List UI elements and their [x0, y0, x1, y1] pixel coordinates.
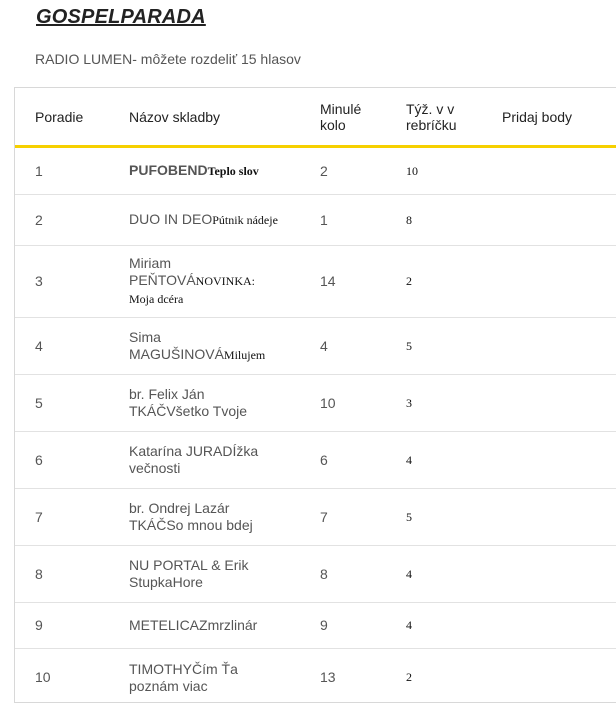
add-points-cell[interactable]: [502, 431, 616, 489]
add-points-cell[interactable]: [502, 146, 616, 195]
add-points-cell[interactable]: [502, 374, 616, 432]
table-row: 1 PUFOBENDTeplo slov 2 10: [15, 146, 616, 195]
header-last-round: Minulé kolo: [320, 88, 406, 148]
last-round-cell: 8: [320, 545, 406, 603]
last-round-cell: 6: [320, 431, 406, 489]
song-artist: Miriam PEŇTOVÁ: [129, 255, 196, 288]
weeks-cell: 4: [406, 545, 502, 603]
last-round-cell: 10: [320, 374, 406, 432]
add-points-cell[interactable]: [502, 648, 616, 702]
song-title: Milujem: [223, 347, 266, 362]
weeks-cell: 10: [406, 146, 502, 195]
weeks-cell: 4: [406, 602, 502, 649]
header-rank: Poradie: [15, 88, 129, 148]
song-title: Pútnik nádeje: [212, 213, 278, 227]
rank-cell: 7: [15, 488, 129, 546]
rank-cell: 10: [15, 648, 129, 702]
rank-cell: 5: [15, 374, 129, 432]
song-cell: Sima MAGUŠINOVÁMilujem: [129, 317, 320, 375]
song-cell: NU PORTAL & Erik StupkaHore: [129, 545, 320, 603]
weeks-cell: 2: [406, 245, 502, 318]
song-title: Teplo slov: [207, 164, 259, 178]
last-round-cell: 7: [320, 488, 406, 546]
song-cell: METELICAZmrzlinár: [129, 602, 320, 649]
add-points-cell[interactable]: [502, 488, 616, 546]
add-points-cell[interactable]: [502, 245, 616, 318]
last-round-cell: 13: [320, 648, 406, 702]
last-round-cell: 2: [320, 146, 406, 195]
rank-cell: 3: [15, 245, 129, 318]
table-row: 5 br. Felix Ján TKÁČVšetko Tvoje 10 3: [15, 374, 616, 432]
weeks-cell: 8: [406, 194, 502, 246]
song-title: Zmrzlinár: [199, 617, 258, 633]
song-cell: PUFOBENDTeplo slov: [129, 146, 320, 195]
song-title: Hore: [172, 574, 203, 590]
song-cell: TIMOTHYČím Ťa poznám viac: [129, 648, 320, 702]
chart-table: Poradie Názov skladby Minulé kolo Týž. v…: [15, 88, 616, 702]
rank-cell: 8: [15, 545, 129, 603]
header-song: Názov skladby: [129, 88, 320, 148]
chart-table-container: Poradie Názov skladby Minulé kolo Týž. v…: [14, 87, 616, 703]
last-round-cell: 1: [320, 194, 406, 246]
song-cell: DUO IN DEOPútnik nádeje: [129, 194, 320, 246]
table-row: 4 Sima MAGUŠINOVÁMilujem 4 5: [15, 317, 616, 375]
weeks-cell: 5: [406, 317, 502, 375]
add-points-cell[interactable]: [502, 545, 616, 603]
table-row: 7 br. Ondrej Lazár TKÁČSo mnou bdej 7 5: [15, 488, 616, 546]
weeks-cell: 5: [406, 488, 502, 546]
page-subtitle: RADIO LUMEN- môžete rozdeliť 15 hlasov: [35, 51, 301, 67]
table-row: 10 TIMOTHYČím Ťa poznám viac 13 2: [15, 648, 616, 702]
table-row: 3 Miriam PEŇTOVÁNOVINKA: Moja dcéra 14 2: [15, 245, 616, 318]
add-points-cell[interactable]: [502, 317, 616, 375]
table-row: 9 METELICAZmrzlinár 9 4: [15, 602, 616, 649]
header-weeks: Týž. v v rebríčku: [406, 88, 502, 148]
song-cell: br. Ondrej Lazár TKÁČSo mnou bdej: [129, 488, 320, 546]
song-artist: DUO IN DEO: [129, 211, 213, 227]
last-round-cell: 9: [320, 602, 406, 649]
last-round-cell: 4: [320, 317, 406, 375]
add-points-cell[interactable]: [502, 602, 616, 649]
song-artist: PUFOBEND: [129, 162, 208, 178]
rank-cell: 6: [15, 431, 129, 489]
song-title: Všetko Tvoje: [166, 403, 248, 419]
table-row: 6 Katarína JURADÍžka večnosti 6 4: [15, 431, 616, 489]
table-row: 2 DUO IN DEOPútnik nádeje 1 8: [15, 194, 616, 246]
rank-cell: 9: [15, 602, 129, 649]
table-row: 8 NU PORTAL & Erik StupkaHore 8 4: [15, 545, 616, 603]
weeks-cell: 4: [406, 431, 502, 489]
song-artist: Katarína JURADÍ: [129, 443, 237, 459]
weeks-cell: 2: [406, 648, 502, 702]
song-artist: Sima MAGUŠINOVÁ: [129, 328, 224, 362]
header-add-points: Pridaj body: [502, 88, 616, 148]
rank-cell: 1: [15, 146, 129, 195]
rank-cell: 2: [15, 194, 129, 246]
weeks-cell: 3: [406, 374, 502, 432]
page-title: GOSPELPARADA: [36, 6, 206, 28]
song-title: So mnou bdej: [166, 517, 253, 533]
table-header-row: Poradie Názov skladby Minulé kolo Týž. v…: [15, 88, 616, 148]
song-cell: Miriam PEŇTOVÁNOVINKA: Moja dcéra: [129, 245, 320, 318]
song-cell: br. Felix Ján TKÁČVšetko Tvoje: [129, 374, 320, 432]
song-cell: Katarína JURADÍžka večnosti: [129, 431, 320, 489]
song-artist: METELICA: [129, 617, 200, 633]
song-artist: TIMOTHY: [129, 660, 192, 677]
add-points-cell[interactable]: [502, 194, 616, 246]
last-round-cell: 14: [320, 245, 406, 318]
rank-cell: 4: [15, 317, 129, 375]
